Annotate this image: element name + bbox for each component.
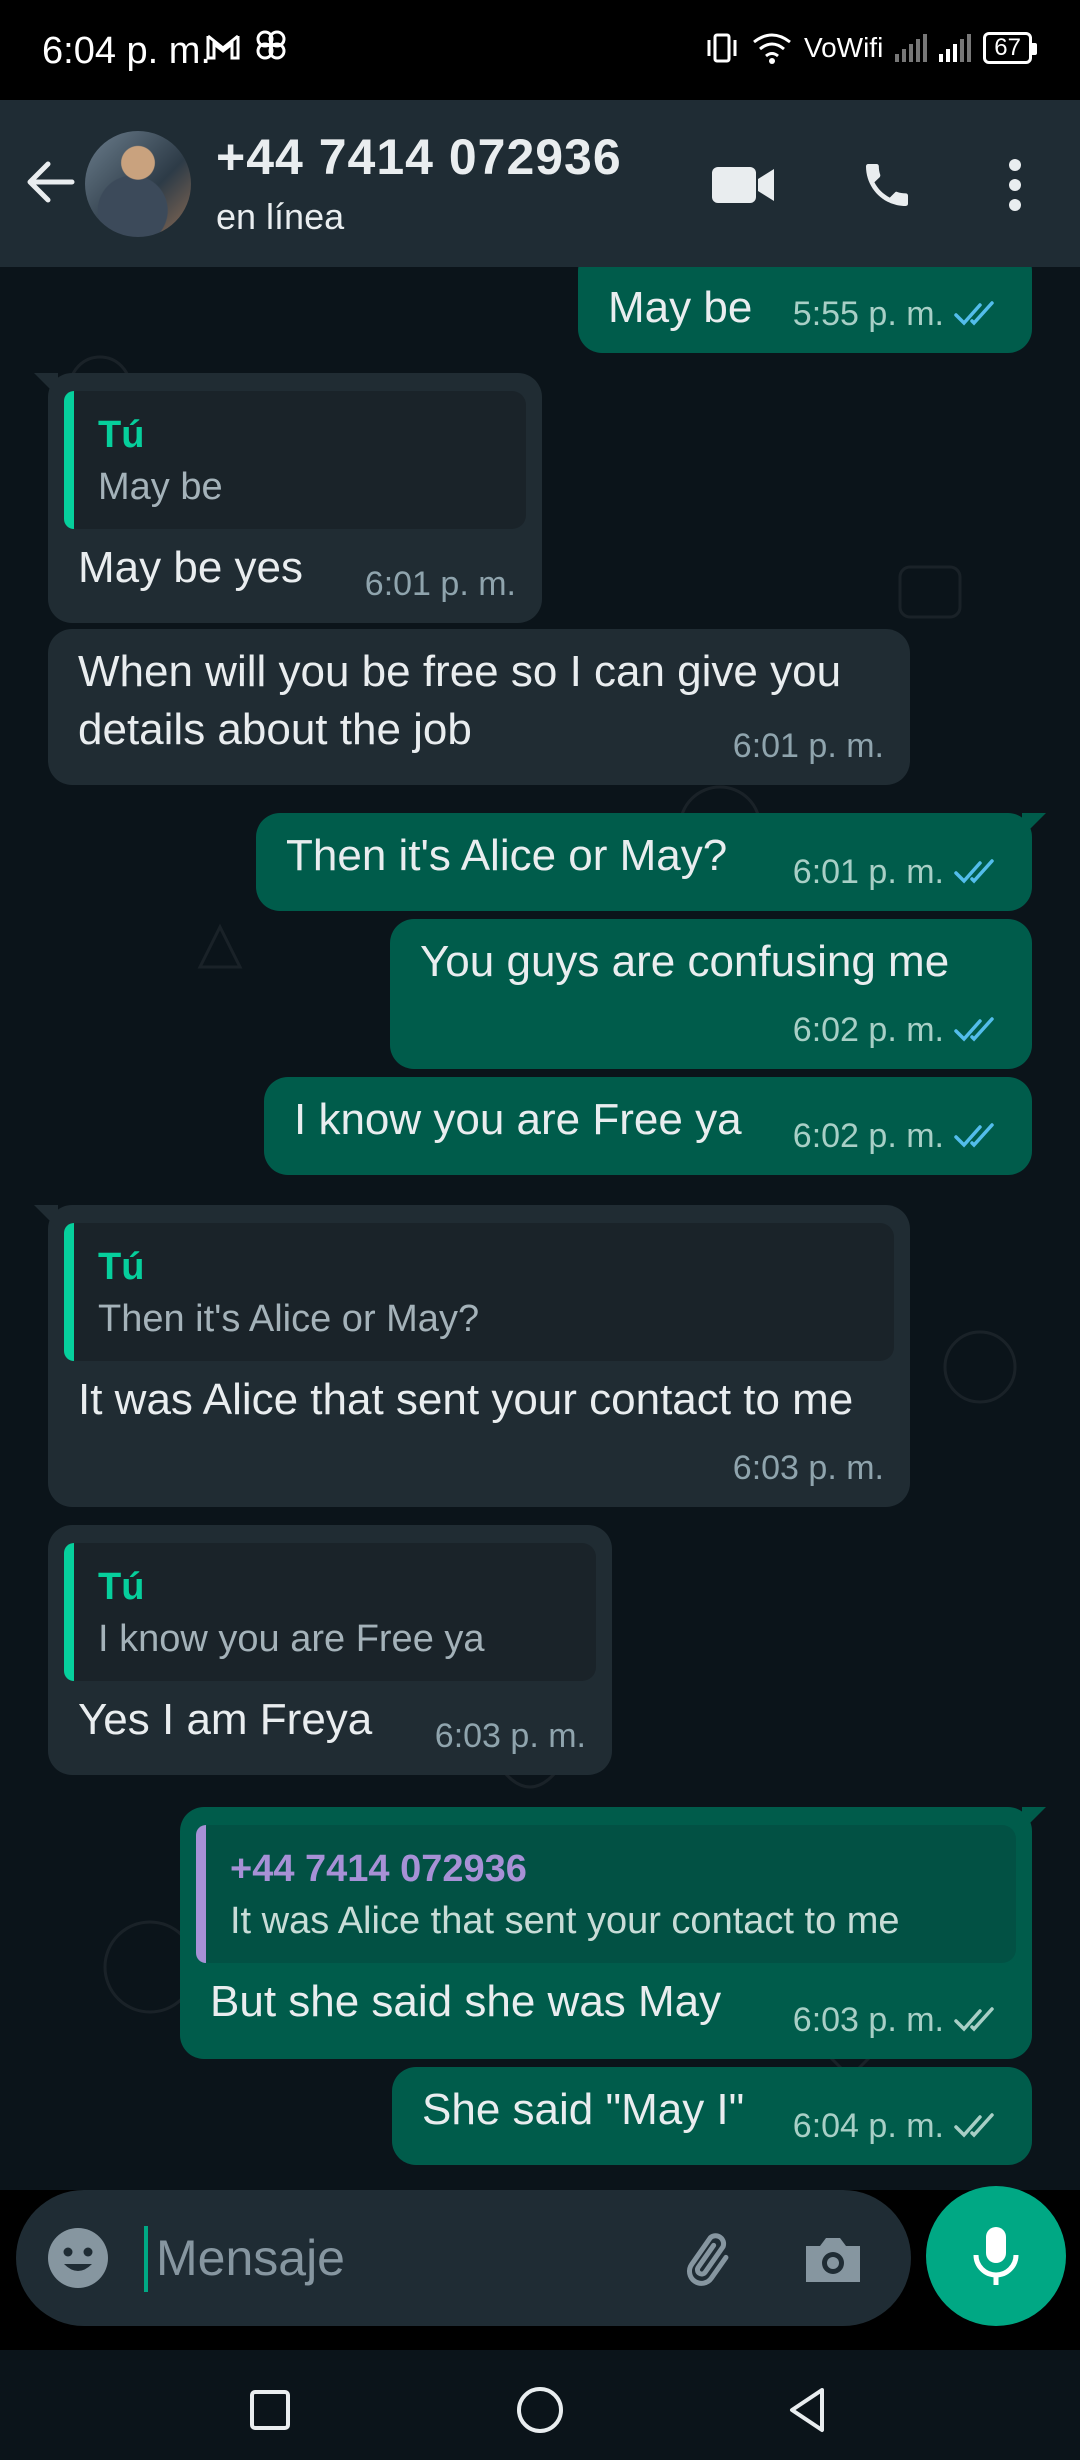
text-cursor — [144, 2226, 148, 2292]
emoji-icon — [48, 2228, 108, 2288]
emoji-button[interactable] — [44, 2224, 112, 2292]
quote-author: Tú — [98, 1246, 145, 1288]
camera-button[interactable] — [798, 2224, 868, 2294]
triangle-back-icon — [790, 2388, 824, 2432]
circle-icon — [517, 2387, 563, 2433]
status-bar: 6:04 p. m. VoWifi 67 — [0, 0, 1080, 100]
message-meta: 6:04 p. m. — [793, 2097, 1006, 2155]
message-bubble-incoming[interactable]: Tú May be May be yes 6:01 p. m. — [34, 373, 542, 623]
contact-status: en línea — [216, 196, 345, 237]
pinwheel-icon — [256, 30, 286, 60]
read-ticks-icon — [954, 1017, 994, 1042]
video-call-button[interactable] — [708, 150, 778, 220]
message-meta: 5:55 p. m. — [793, 285, 1006, 343]
contact-name[interactable]: +44 7414 072936 — [216, 128, 622, 186]
quoted-message[interactable]: Tú I know you are Free ya — [64, 1543, 596, 1681]
attach-button[interactable] — [676, 2224, 746, 2294]
message-input[interactable] — [156, 2220, 636, 2296]
message-time: 6:04 p. m. — [792, 2107, 944, 2145]
message-meta: 6:01 p. m. — [733, 717, 884, 775]
signal-icon — [895, 34, 928, 62]
recents-button[interactable] — [240, 2380, 300, 2440]
home-button[interactable] — [510, 2380, 570, 2440]
message-bubble-outgoing[interactable]: +44 7414 072936 It was Alice that sent y… — [180, 1807, 1046, 2059]
delivered-ticks-icon — [954, 2007, 994, 2032]
microphone-icon — [973, 2227, 1019, 2285]
message-time: 6:01 p. m. — [732, 727, 884, 765]
message-time: 6:01 p. m. — [364, 565, 516, 603]
message-meta: 6:01 p. m. — [365, 555, 516, 613]
message-bubble-outgoing[interactable]: She said "May I" 6:04 p. m. — [392, 2067, 1032, 2165]
message-bubble-incoming[interactable]: Tú Then it's Alice or May? It was Alice … — [34, 1205, 910, 1507]
read-ticks-icon — [954, 301, 994, 326]
message-bubble-outgoing[interactable]: I know you are Free ya 6:02 p. m. — [264, 1077, 1032, 1175]
delivered-ticks-icon — [954, 2113, 994, 2138]
camera-icon — [806, 2238, 860, 2282]
quoted-message[interactable]: Tú May be — [64, 391, 526, 529]
message-time: 6:03 p. m. — [792, 2001, 944, 2039]
quote-author: Tú — [98, 414, 145, 456]
read-ticks-icon — [954, 1123, 994, 1148]
message-meta: 6:03 p. m. — [793, 1991, 1006, 2049]
signal-icon-2 — [939, 34, 972, 62]
message-time: 6:02 p. m. — [792, 1011, 944, 1049]
message-time: 6:03 p. m. — [732, 1449, 884, 1487]
quote-text: Then it's Alice or May? — [98, 1298, 480, 1340]
battery-icon: 67 — [983, 32, 1037, 64]
avatar[interactable] — [85, 131, 191, 237]
message-list[interactable]: May be 5:55 p. m. Tú May be May be yes 6… — [0, 267, 1080, 2190]
quote-text: May be — [98, 466, 223, 508]
message-bubble-outgoing[interactable]: Then it's Alice or May? 6:01 p. m. — [256, 813, 1046, 911]
message-text: It was Alice that sent your contact to m… — [78, 1375, 854, 1424]
voice-record-button[interactable] — [926, 2186, 1066, 2326]
message-meta: 6:02 p. m. — [793, 1107, 1006, 1165]
message-meta: 6:01 p. m. — [793, 843, 1006, 901]
more-vertical-icon — [1009, 159, 1021, 211]
vowifi-label: VoWifi — [803, 32, 884, 63]
system-nav-bar — [0, 2350, 1080, 2460]
message-time: 6:02 p. m. — [792, 1117, 944, 1155]
gmail-icon — [206, 34, 240, 60]
phone-icon — [866, 164, 908, 206]
system-indicators: VoWifi 67 — [704, 32, 1037, 64]
message-time: 6:01 p. m. — [792, 853, 944, 891]
message-meta: 6:03 p. m. — [733, 1439, 884, 1497]
read-ticks-icon — [954, 859, 994, 884]
quote-text: I know you are Free ya — [98, 1618, 485, 1660]
quote-author: Tú — [98, 1566, 145, 1608]
back-button[interactable] — [20, 152, 80, 212]
message-composer — [16, 2190, 911, 2326]
notification-icons — [205, 28, 288, 71]
message-bubble-incoming[interactable]: Tú I know you are Free ya Yes I am Freya… — [48, 1525, 612, 1775]
arrow-left-icon — [27, 161, 75, 203]
menu-button[interactable] — [980, 150, 1050, 220]
status-time: 6:04 p. m. — [42, 30, 211, 72]
quoted-message[interactable]: Tú Then it's Alice or May? — [64, 1223, 894, 1361]
message-text: You guys are confusing me — [420, 937, 950, 986]
square-icon — [250, 2390, 290, 2430]
paperclip-icon — [687, 2233, 729, 2286]
quote-author: +44 7414 072936 — [230, 1848, 527, 1890]
message-time: 6:03 p. m. — [434, 1717, 586, 1755]
message-bubble-outgoing[interactable]: You guys are confusing me 6:02 p. m. — [390, 919, 1032, 1069]
message-bubble-outgoing[interactable]: May be 5:55 p. m. — [578, 267, 1032, 353]
vibrate-icon — [707, 33, 737, 63]
message-bubble-incoming[interactable]: When will you be free so I can give you … — [48, 629, 910, 785]
message-meta: 6:03 p. m. — [435, 1707, 586, 1765]
quoted-message[interactable]: +44 7414 072936 It was Alice that sent y… — [196, 1825, 1016, 1963]
voice-call-button[interactable] — [852, 150, 922, 220]
quote-text: It was Alice that sent your contact to m… — [230, 1900, 900, 1942]
message-time: 5:55 p. m. — [792, 295, 944, 333]
wifi-icon — [753, 33, 791, 64]
nav-back-button[interactable] — [778, 2380, 838, 2440]
video-call-icon — [712, 167, 774, 203]
message-meta: 6:02 p. m. — [793, 1001, 1006, 1059]
chat-header: +44 7414 072936 en línea — [0, 100, 1080, 267]
